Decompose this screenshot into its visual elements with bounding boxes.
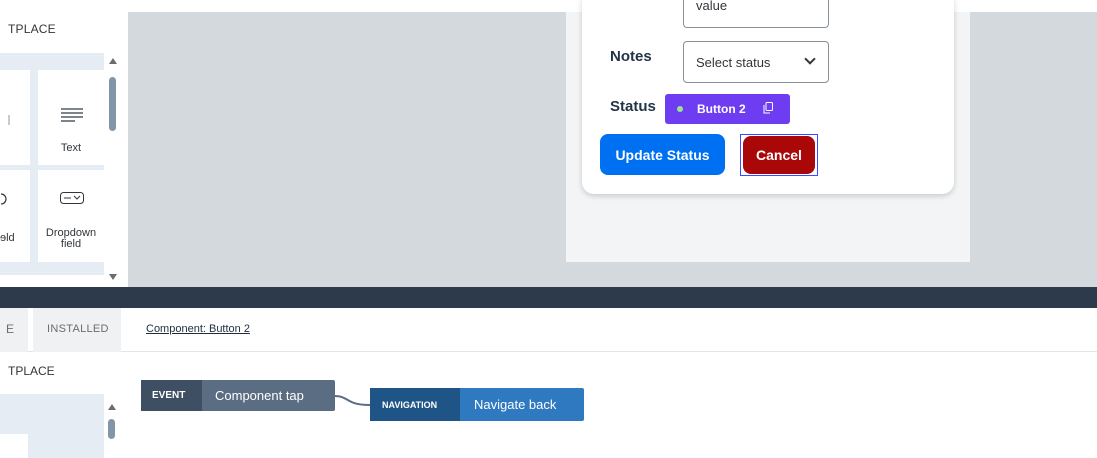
notes-label: Notes bbox=[610, 48, 652, 65]
logic-panel: E INSTALLED Component: Button 2 TPLACE E… bbox=[0, 308, 1097, 458]
text-icon bbox=[61, 108, 83, 122]
palette-tile-dropdown[interactable]: Dropdown field bbox=[38, 170, 104, 262]
event-node-text: Component tap bbox=[215, 388, 304, 403]
navigation-node-tag: NAVIGATION bbox=[370, 388, 460, 421]
palette-tile-label: ɘld bbox=[0, 232, 15, 244]
trash-icon[interactable] bbox=[790, 101, 800, 113]
palette-scrollbar[interactable] bbox=[106, 53, 120, 285]
palette-tile-input[interactable]: ɘld bbox=[0, 170, 30, 262]
dropdown-field-label: Dropdown field bbox=[45, 227, 97, 250]
design-canvas: value Notes Select status Status Button … bbox=[128, 0, 1097, 287]
status-select-text: Select status bbox=[696, 55, 771, 70]
palette-tile-label: Text bbox=[60, 142, 82, 154]
value-field-text: value bbox=[696, 0, 728, 13]
scroll-down-arrow-icon[interactable] bbox=[109, 274, 117, 280]
component-palette: TPLACE Text ɘld Dropdown field bbox=[0, 0, 122, 287]
palette-grid: Text ɘld Dropdown field bbox=[0, 53, 104, 275]
status-label: Status bbox=[610, 98, 656, 115]
chevron-down-icon bbox=[804, 53, 816, 65]
scroll-up-arrow-icon[interactable] bbox=[109, 58, 117, 64]
event-node-tag: EVENT bbox=[141, 380, 202, 411]
copy-icon[interactable] bbox=[763, 102, 773, 114]
page-frame: value Notes Select status Status Button … bbox=[566, 0, 970, 262]
event-node[interactable]: EVENT Component tap bbox=[141, 380, 335, 411]
selected-component-name: Button 2 bbox=[697, 102, 746, 116]
scroll-thumb[interactable] bbox=[109, 77, 116, 131]
status-select[interactable]: Select status bbox=[683, 41, 829, 83]
input-icon bbox=[0, 193, 7, 205]
status-modal: value Notes Select status Status Button … bbox=[582, 0, 954, 194]
navigation-node[interactable]: NAVIGATION Navigate back bbox=[370, 388, 584, 421]
text-icon bbox=[8, 115, 10, 125]
navigation-node-text: Navigate back bbox=[474, 397, 557, 412]
selected-component-badge[interactable]: Button 2 bbox=[665, 94, 800, 124]
palette-tile-text[interactable]: Text bbox=[38, 70, 104, 165]
app-root: TPLACE Text ɘld Dropdown field value Not… bbox=[0, 0, 1097, 458]
status-dot-icon bbox=[677, 106, 683, 112]
cancel-button[interactable]: Cancel bbox=[743, 136, 815, 174]
panel-divider[interactable] bbox=[0, 287, 1097, 308]
palette-tile-label: Dropdown field bbox=[38, 228, 104, 250]
update-status-button[interactable]: Update Status bbox=[600, 134, 725, 175]
value-field[interactable]: value bbox=[683, 0, 829, 28]
dropdown-icon bbox=[60, 192, 84, 204]
palette-tile-partial[interactable] bbox=[0, 70, 30, 165]
palette-title: TPLACE bbox=[8, 22, 56, 36]
